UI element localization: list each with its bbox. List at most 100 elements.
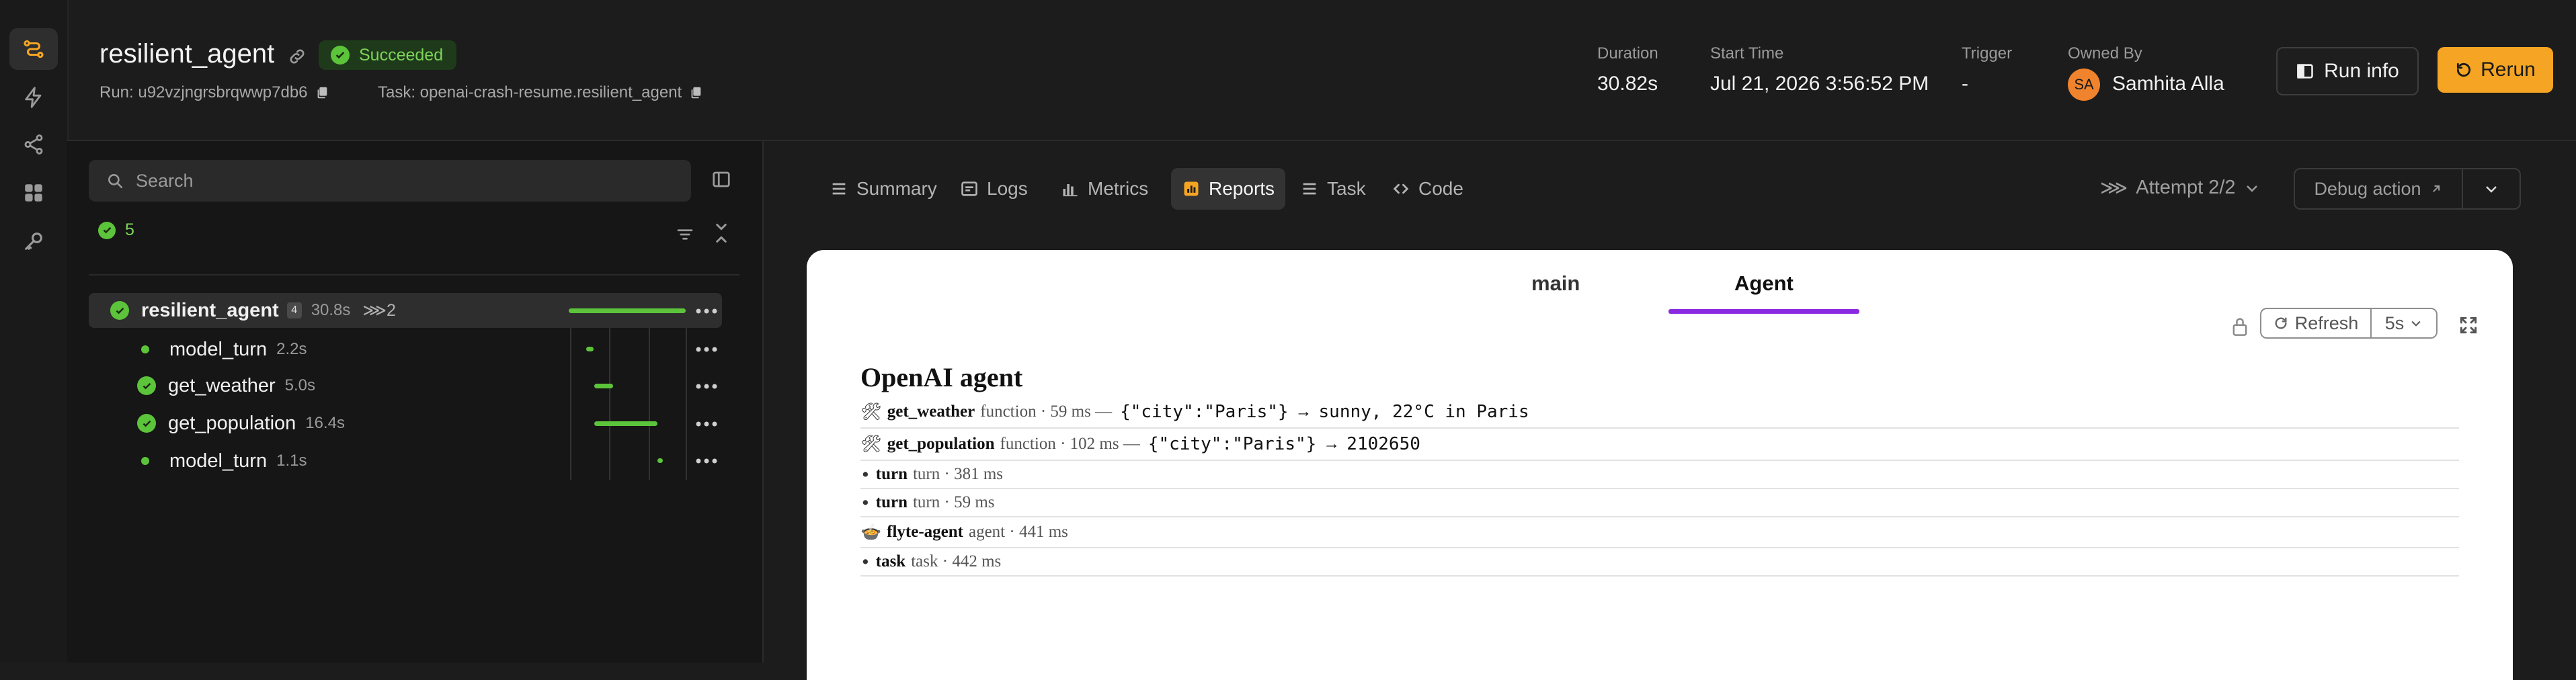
panel-divider[interactable]	[762, 141, 764, 663]
row-duration: 1.1s	[276, 452, 307, 470]
row-name: get_population	[168, 412, 296, 434]
status-dot	[141, 457, 149, 465]
more-options-icon[interactable]	[694, 308, 719, 314]
tree-row-model-turn[interactable]: model_turn 1.1s	[89, 443, 722, 478]
code-icon	[1393, 183, 1409, 194]
row-tag: 4	[286, 302, 302, 318]
status-dot	[141, 345, 149, 353]
report-icon	[1184, 181, 1199, 196]
sidebar-panel-icon	[2297, 64, 2313, 79]
run-id: Run: u92vzjngrsbrqwwp7db6	[99, 83, 329, 102]
refresh-button[interactable]: Refresh	[2261, 309, 2372, 337]
page-title: resilient_agent	[99, 39, 275, 69]
report-tab-agent[interactable]: Agent	[1734, 271, 1794, 296]
refresh-interval-select[interactable]: 5s	[2372, 309, 2436, 337]
entry-meta: turn · 59 ms	[912, 493, 995, 511]
owner-value: Samhita Alla	[2112, 73, 2224, 95]
rail-keys[interactable]	[9, 220, 58, 262]
chevron-down-icon	[2486, 186, 2497, 193]
rail-share[interactable]	[9, 124, 58, 165]
search-icon	[108, 174, 123, 189]
attempt-selector[interactable]: ⋙ Attempt 2/2	[2100, 176, 2260, 200]
report-entry: • task task · 442 ms	[860, 548, 2459, 577]
timeline-bar	[594, 421, 658, 426]
bullet: •	[860, 493, 871, 513]
timeline-bar	[594, 384, 614, 388]
lock-icon[interactable]	[2230, 316, 2249, 337]
entry-meta: turn · 381 ms	[912, 465, 1004, 483]
retry-icon: ⋙	[362, 301, 387, 320]
left-rail	[0, 0, 69, 663]
tree-divider	[89, 274, 739, 275]
row-duration: 16.4s	[305, 414, 346, 432]
debug-action-button[interactable]: Debug action	[2295, 169, 2463, 208]
collapse-all-icon[interactable]	[711, 222, 731, 245]
refresh-control: Refresh 5s	[2260, 308, 2438, 339]
search-placeholder: Search	[136, 170, 194, 191]
tab-code[interactable]: Code	[1381, 168, 1474, 210]
tab-summary[interactable]: Summary	[819, 168, 948, 210]
more-options-icon[interactable]	[694, 346, 719, 353]
tab-reports[interactable]: Reports	[1171, 168, 1286, 210]
duration-label: Duration	[1597, 44, 1658, 62]
row-name: model_turn	[169, 450, 268, 472]
avatar: SA	[2068, 69, 2100, 101]
check-icon	[137, 414, 156, 433]
tab-task[interactable]: Task	[1289, 168, 1377, 210]
bar-chart-icon	[1063, 184, 1078, 197]
tab-logs[interactable]: Logs	[949, 168, 1039, 210]
grid-icon	[25, 184, 42, 202]
arrow: →	[1323, 435, 1340, 453]
task-id: Task: openai-crash-resume.resilient_agen…	[378, 83, 703, 102]
more-options-icon[interactable]	[694, 458, 719, 464]
active-tab-indicator	[1668, 309, 1859, 314]
fullscreen-icon[interactable]	[2458, 314, 2479, 336]
rail-runs[interactable]	[9, 28, 58, 70]
refresh-icon	[2275, 317, 2287, 329]
logs-icon	[961, 181, 977, 196]
check-icon	[98, 221, 116, 239]
entry-meta: function · 59 ms —	[980, 402, 1113, 421]
more-options-icon[interactable]	[694, 421, 719, 427]
list-icon	[1303, 183, 1316, 195]
report-entry: 🛠 get_population function · 102 ms — {"c…	[860, 429, 2459, 461]
entry-name: flyte-agent	[887, 523, 963, 541]
rail-triggers[interactable]	[9, 77, 58, 118]
row-duration: 30.8s	[311, 301, 351, 319]
entry-name: turn	[875, 465, 908, 483]
entry-meta: function · 102 ms —	[1000, 435, 1140, 453]
status-text: Succeeded	[359, 45, 444, 65]
more-options-icon[interactable]	[694, 383, 719, 390]
tree-row-get-weather[interactable]: get_weather 5.0s	[89, 368, 722, 403]
chevron-down-icon	[2411, 321, 2421, 327]
report-tab-main[interactable]: main	[1531, 271, 1580, 296]
bullet: •	[860, 552, 871, 572]
tool-icon: 🛠	[860, 434, 882, 454]
report-title: OpenAI agent	[860, 362, 1023, 392]
row-name: model_turn	[169, 338, 268, 360]
search-input[interactable]: Search	[89, 160, 691, 202]
chevron-down-icon	[2246, 185, 2257, 192]
row-name: get_weather	[168, 374, 276, 396]
tab-metrics[interactable]: Metrics	[1050, 168, 1159, 210]
filter-icon[interactable]	[675, 224, 695, 245]
agent-icon: 🍲	[860, 522, 882, 542]
status-badge: Succeeded	[319, 40, 457, 70]
panel-toggle-icon[interactable]	[711, 169, 731, 189]
run-info-button[interactable]: Run info	[2276, 47, 2419, 95]
row-duration: 5.0s	[284, 376, 315, 394]
copy-icon[interactable]	[315, 85, 329, 100]
arrow: →	[1295, 402, 1312, 421]
report-entry: • turn turn · 381 ms	[860, 461, 2459, 489]
copy-icon[interactable]	[688, 85, 703, 100]
entry-input: {"city":"Paris"}	[1120, 402, 1289, 422]
link-icon[interactable]	[288, 47, 307, 66]
rerun-button[interactable]: Rerun	[2438, 47, 2553, 93]
rail-apps[interactable]	[9, 172, 58, 214]
debug-dropdown-button[interactable]	[2463, 169, 2520, 208]
tree-row-model-turn[interactable]: model_turn 2.2s	[89, 332, 722, 367]
lightning-icon	[25, 87, 42, 108]
attempts: ⋙2	[362, 301, 396, 320]
trigger-label: Trigger	[1962, 44, 2013, 62]
check-icon	[331, 46, 350, 65]
